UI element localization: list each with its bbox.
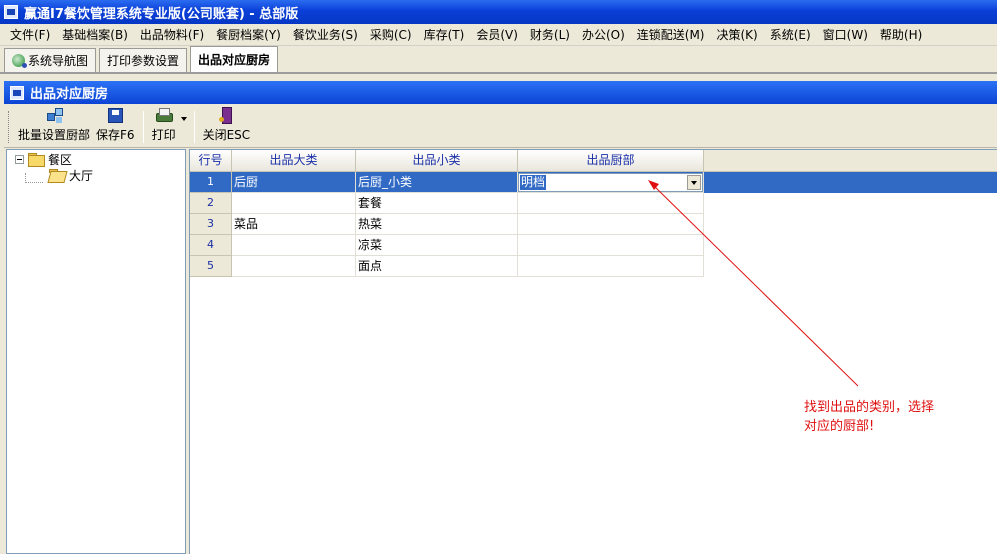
cell-kitchen[interactable] — [518, 193, 704, 214]
cell-kitchen[interactable] — [518, 235, 704, 256]
menu-decision[interactable]: 决策(K) — [710, 25, 763, 45]
menu-chain-delivery[interactable]: 连锁配送(M) — [631, 25, 711, 45]
table-row[interactable]: 3 菜品 热菜 — [190, 214, 704, 235]
open-folder-icon — [49, 169, 65, 181]
cell-major-category[interactable]: 菜品 — [232, 214, 356, 235]
panel-title: 出品对应厨房 — [30, 87, 109, 102]
cell-minor-category[interactable]: 凉菜 — [356, 235, 518, 256]
tree-node-label: 餐区 — [48, 152, 73, 167]
batch-label: 批量设置厨部 — [18, 128, 91, 142]
header-filler — [704, 150, 997, 172]
header-row-number[interactable]: 行号 — [190, 150, 232, 172]
selection-extension — [704, 172, 997, 193]
toolbar-separator — [142, 111, 144, 143]
tab-label: 出品对应厨房 — [198, 52, 271, 67]
table-row[interactable]: 4 凉菜 — [190, 235, 704, 256]
tab-print-settings[interactable]: 打印参数设置 — [99, 48, 188, 72]
tab-product-kitchen[interactable]: 出品对应厨房 — [190, 46, 279, 72]
menu-kitchen-archive[interactable]: 餐厨档案(Y) — [210, 25, 287, 45]
row-number[interactable]: 5 — [190, 256, 232, 277]
cell-kitchen[interactable] — [518, 256, 704, 277]
menu-inventory[interactable]: 库存(T) — [418, 25, 471, 45]
save-icon — [107, 108, 123, 123]
print-label: 打印 — [151, 128, 176, 142]
menu-purchase[interactable]: 采购(C) — [364, 25, 418, 45]
data-grid: 行号 出品大类 出品小类 出品厨部 1 后厨 后厨_小类 2 套餐 3 菜品 热… — [189, 149, 997, 554]
header-major-category[interactable]: 出品大类 — [232, 150, 356, 172]
annotation-text: 找到出品的类别，选择对应的厨部! — [804, 400, 935, 434]
tab-bar: 系统导航图 打印参数设置 出品对应厨房 — [0, 46, 997, 74]
title-bar: 赢通I7餐饮管理系统专业版(公司账套) - 总部版 — [0, 0, 997, 24]
menu-finance[interactable]: 财务(L) — [524, 25, 576, 45]
tree-connector — [25, 182, 43, 183]
toolbar-grip[interactable] — [8, 111, 11, 143]
kitchen-select-value[interactable]: 明档 — [520, 175, 547, 190]
menu-window[interactable]: 窗口(W) — [817, 25, 874, 45]
print-dropdown-icon[interactable] — [180, 117, 187, 121]
menu-member[interactable]: 会员(V) — [470, 25, 524, 45]
menu-base-archive[interactable]: 基础档案(B) — [56, 25, 134, 45]
close-label: 关闭ESC — [202, 128, 251, 142]
print-button[interactable]: 打印 — [149, 107, 179, 143]
table-row[interactable]: 2 套餐 — [190, 193, 704, 214]
close-door-icon — [217, 107, 235, 124]
window-title: 赢通I7餐饮管理系统专业版(公司账套) - 总部版 — [24, 6, 299, 22]
cell-major-category[interactable]: 后厨 — [232, 172, 356, 193]
close-button[interactable]: 关闭ESC — [200, 107, 254, 143]
tab-system-navigation[interactable]: 系统导航图 — [4, 48, 97, 72]
folder-icon — [28, 153, 45, 167]
save-button[interactable]: 保存F6 — [93, 107, 138, 143]
app-window: 赢通I7餐饮管理系统专业版(公司账套) - 总部版 文件(F) 基础档案(B) … — [0, 0, 997, 554]
row-number[interactable]: 4 — [190, 235, 232, 256]
cell-minor-category[interactable]: 套餐 — [356, 193, 518, 214]
batch-icon — [45, 107, 63, 123]
table-row[interactable]: 5 面点 — [190, 256, 704, 277]
header-minor-category[interactable]: 出品小类 — [356, 150, 518, 172]
grid-header: 行号 出品大类 出品小类 出品厨部 — [190, 150, 997, 172]
area-tree: 餐区 大厅 — [6, 149, 186, 554]
panel-title-bar: 出品对应厨房 — [4, 81, 997, 104]
toolbar: 批量设置厨部 保存F6 打印 关闭ESC — [4, 104, 997, 148]
tree-node-label: 大厅 — [69, 168, 94, 183]
cell-minor-category[interactable]: 热菜 — [356, 214, 518, 235]
menu-bar: 文件(F) 基础档案(B) 出品物料(F) 餐厨档案(Y) 餐饮业务(S) 采购… — [0, 24, 997, 46]
row-number[interactable]: 3 — [190, 214, 232, 235]
cell-kitchen[interactable] — [518, 214, 704, 235]
cell-major-category[interactable] — [232, 256, 356, 277]
navigation-icon — [12, 54, 27, 68]
cell-major-category[interactable] — [232, 193, 356, 214]
toolbar-separator — [193, 111, 195, 143]
menu-catering-business[interactable]: 餐饮业务(S) — [287, 25, 364, 45]
menu-system[interactable]: 系统(E) — [764, 25, 817, 45]
header-kitchen[interactable]: 出品厨部 — [518, 150, 704, 172]
tree-node-hall[interactable]: 大厅 — [49, 167, 93, 183]
kitchen-select[interactable]: 明档 — [518, 173, 703, 192]
cell-minor-category[interactable]: 面点 — [356, 256, 518, 277]
printer-icon — [155, 107, 173, 123]
row-number[interactable]: 2 — [190, 193, 232, 214]
row-number[interactable]: 1 — [190, 172, 232, 193]
tree-node-dining-area[interactable]: 餐区 — [15, 151, 72, 167]
app-icon — [4, 5, 18, 19]
menu-help[interactable]: 帮助(H) — [874, 25, 928, 45]
tab-label: 系统导航图 — [28, 53, 89, 68]
batch-set-kitchen-button[interactable]: 批量设置厨部 — [15, 107, 93, 143]
chevron-down-icon[interactable] — [687, 175, 701, 190]
collapse-icon[interactable] — [15, 154, 24, 164]
save-label: 保存F6 — [96, 128, 135, 142]
menu-file[interactable]: 文件(F) — [4, 25, 56, 45]
form-icon — [10, 85, 24, 100]
cell-minor-category[interactable]: 后厨_小类 — [356, 172, 518, 193]
menu-office[interactable]: 办公(O) — [576, 25, 631, 45]
tab-label: 打印参数设置 — [107, 53, 180, 68]
cell-major-category[interactable] — [232, 235, 356, 256]
menu-product-materials[interactable]: 出品物料(F) — [134, 25, 210, 45]
